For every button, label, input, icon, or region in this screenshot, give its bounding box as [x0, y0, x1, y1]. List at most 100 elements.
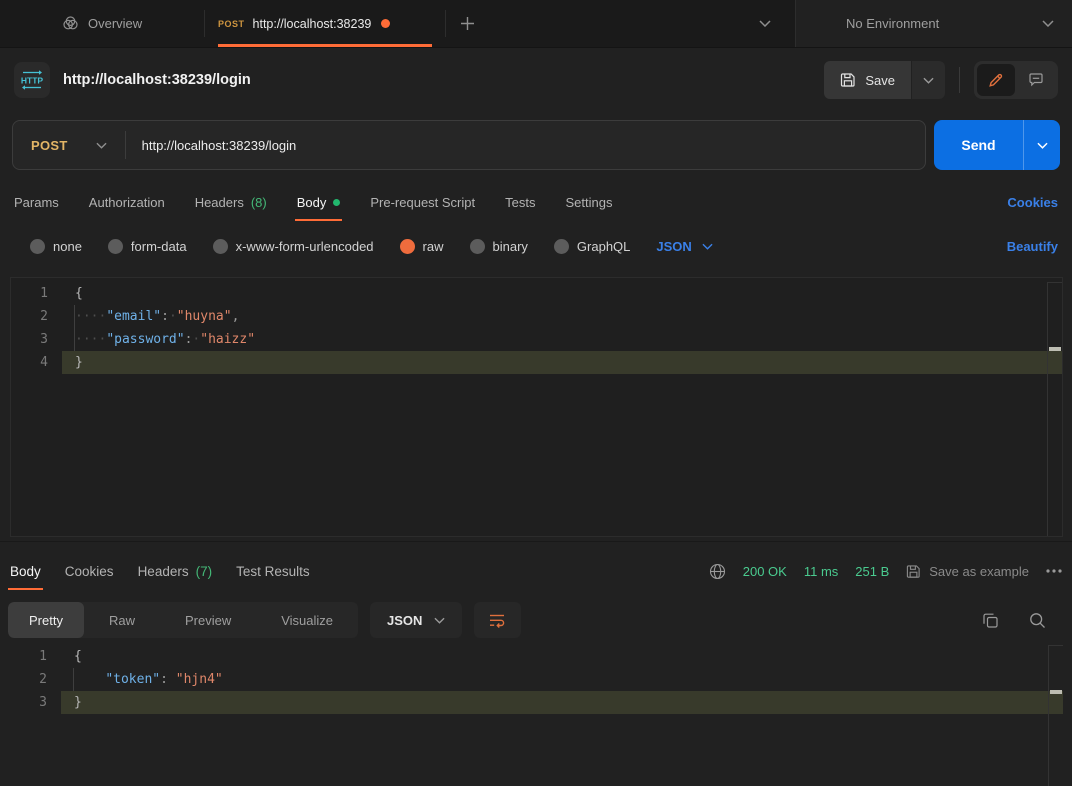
header-divider: [959, 67, 960, 93]
beautify-link[interactable]: Beautify: [1007, 239, 1058, 254]
language-chevron-icon: [702, 243, 713, 250]
body-mode-graphql[interactable]: GraphQL: [554, 239, 630, 254]
response-size-badge[interactable]: 251 B: [855, 564, 889, 579]
body-mode-urlencoded[interactable]: x-www-form-urlencoded: [213, 239, 374, 254]
search-icon[interactable]: [1029, 612, 1046, 629]
tab-authorization-label: Authorization: [89, 195, 165, 210]
line-number: 2: [11, 305, 48, 328]
code-token: {: [75, 286, 83, 301]
code-line: 2 ····"email":·"huyna",: [11, 305, 1062, 328]
code-line-highlighted: 4 }: [11, 351, 1062, 374]
body-mode-options: none form-data x-www-form-urlencoded raw…: [30, 230, 1058, 262]
response-status-badge[interactable]: 200 OK: [743, 564, 787, 579]
body-mode-urlencoded-label: x-www-form-urlencoded: [236, 239, 374, 254]
tab-headers-label: Headers: [195, 195, 244, 210]
wrap-text-icon: [489, 613, 506, 628]
tab-body[interactable]: Body: [297, 183, 341, 221]
method-select[interactable]: POST: [13, 121, 125, 169]
save-button-group: Save: [824, 61, 945, 99]
body-mode-form-data[interactable]: form-data: [108, 239, 187, 254]
tab-tests[interactable]: Tests: [505, 183, 535, 221]
save-as-example-button[interactable]: Save as example: [906, 564, 1029, 579]
url-input[interactable]: http://localhost:38239/login: [142, 138, 297, 153]
app-window: Overview POST http://localhost:38239 No …: [0, 0, 1072, 786]
edit-button[interactable]: [977, 64, 1015, 96]
globe-icon[interactable]: [709, 563, 726, 580]
code-line: 1 {: [10, 645, 1063, 668]
view-pretty-label: Pretty: [29, 613, 63, 628]
view-pretty-button[interactable]: Pretty: [8, 602, 84, 638]
request-tabs: Params Authorization Headers (8) Body Pr…: [14, 183, 1058, 221]
environment-selector[interactable]: No Environment: [795, 0, 1072, 47]
tab-params[interactable]: Params: [14, 183, 59, 221]
body-mode-binary[interactable]: binary: [470, 239, 528, 254]
body-mode-none[interactable]: none: [30, 239, 82, 254]
line-number: 1: [10, 645, 47, 668]
tab-options-chevron[interactable]: [759, 0, 795, 47]
save-as-example-label: Save as example: [929, 564, 1029, 579]
send-options-chevron[interactable]: [1023, 120, 1060, 170]
top-tab-bar: Overview POST http://localhost:38239 No …: [0, 0, 1072, 48]
environment-chevron-icon: [1042, 20, 1054, 27]
code-line-content: }: [62, 351, 1062, 374]
response-tab-test-results[interactable]: Test Results: [236, 552, 310, 590]
tab-headers[interactable]: Headers (8): [195, 183, 267, 221]
method-chevron-icon: [96, 142, 107, 149]
response-tab-body[interactable]: Body: [10, 552, 41, 590]
scrollbar-marker: [1050, 690, 1062, 694]
response-meta: 200 OK 11 ms 251 B Save as example: [709, 563, 1062, 580]
line-number: 2: [10, 668, 47, 691]
tab-request-active[interactable]: POST http://localhost:38239: [205, 0, 445, 47]
line-number: 3: [11, 328, 48, 351]
code-token: [168, 672, 176, 687]
raw-language-select[interactable]: JSON: [656, 239, 712, 254]
body-mode-binary-label: binary: [493, 239, 528, 254]
code-token: [74, 672, 105, 687]
code-line-content: ····"email":·"huyna",: [62, 305, 1062, 328]
editor-scrollbar[interactable]: [1047, 282, 1062, 536]
comments-button[interactable]: [1017, 64, 1055, 96]
save-icon: [906, 564, 921, 579]
response-toolbar-icons: [982, 612, 1058, 629]
overview-tab-label: Overview: [88, 16, 142, 31]
wrap-text-button[interactable]: [474, 602, 521, 638]
copy-icon[interactable]: [982, 612, 999, 629]
radio-selected-icon: [400, 239, 415, 254]
tab-settings-label: Settings: [565, 195, 612, 210]
cookies-link[interactable]: Cookies: [1007, 195, 1058, 210]
tab-settings[interactable]: Settings: [565, 183, 612, 221]
save-button[interactable]: Save: [824, 61, 911, 99]
code-line-highlighted: 3 }: [10, 691, 1063, 714]
send-button[interactable]: Send: [934, 120, 1023, 170]
url-box: POST http://localhost:38239/login: [12, 120, 926, 170]
tab-params-label: Params: [14, 195, 59, 210]
body-mode-raw-label: raw: [423, 239, 444, 254]
request-body-editor[interactable]: 1 { 2 ····"email":·"huyna", 3 ····"passw…: [10, 277, 1063, 537]
response-tab-headers-label: Headers: [138, 564, 189, 579]
view-preview-label: Preview: [185, 613, 231, 628]
response-scrollbar[interactable]: [1048, 645, 1063, 786]
code-token: "hjn4": [176, 672, 223, 687]
response-tab-cookies[interactable]: Cookies: [65, 552, 114, 590]
view-raw-button[interactable]: Raw: [84, 602, 160, 638]
radio-icon: [470, 239, 485, 254]
send-button-group: Send: [934, 120, 1060, 170]
tab-overview[interactable]: Overview: [62, 0, 204, 47]
more-options-button[interactable]: [1046, 569, 1062, 573]
tab-pre-request-script[interactable]: Pre-request Script: [370, 183, 475, 221]
response-headers-count-badge: (7): [196, 564, 213, 579]
tab-authorization[interactable]: Authorization: [89, 183, 165, 221]
save-options-chevron[interactable]: [912, 61, 945, 99]
body-mode-raw[interactable]: raw: [400, 239, 444, 254]
view-preview-button[interactable]: Preview: [160, 602, 256, 638]
response-body-viewer[interactable]: 1 { 2 "token": "hjn4" 3 }: [10, 645, 1063, 786]
new-tab-button[interactable]: [446, 0, 488, 47]
view-visualize-button[interactable]: Visualize: [256, 602, 358, 638]
save-button-label: Save: [865, 73, 895, 88]
response-language-select[interactable]: JSON: [370, 602, 462, 638]
response-time-badge[interactable]: 11 ms: [804, 564, 838, 579]
raw-language-label: JSON: [656, 239, 691, 254]
http-request-icon: HTTP: [14, 62, 50, 98]
request-title: http://localhost:38239/login: [63, 72, 251, 88]
response-tab-headers[interactable]: Headers (7): [138, 552, 213, 590]
